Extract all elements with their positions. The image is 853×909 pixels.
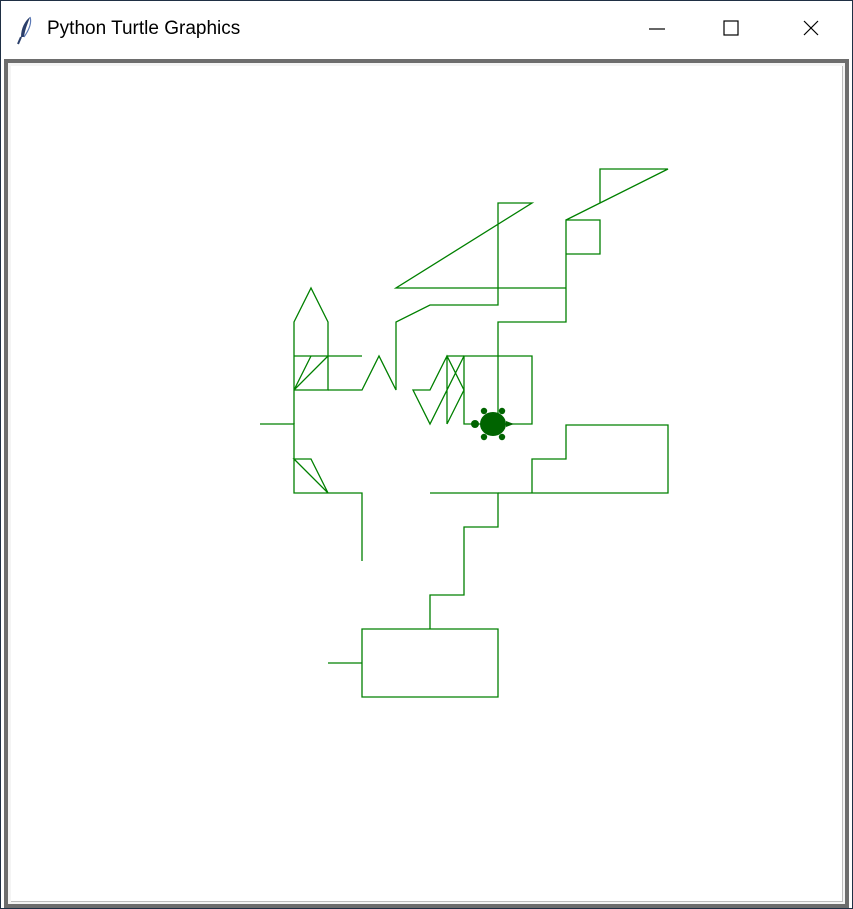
feather-icon [15,15,37,45]
drawing-surface [260,168,669,698]
path-right-steps [498,424,669,494]
path-left-zigzag [260,423,363,561]
path-bottom-left [328,628,499,698]
path-center-down [429,492,499,629]
path-left-cross [293,355,329,391]
window-title: Python Turtle Graphics [47,18,241,39]
path-top-right [565,168,669,221]
close-button[interactable] [771,1,851,59]
window-client-area [4,59,849,908]
minimize-icon [647,18,667,43]
close-icon [801,18,821,43]
turtle-window: Python Turtle Graphics [0,0,853,909]
turtle-cursor [471,407,514,441]
maximize-icon [721,18,741,43]
turtle-canvas[interactable] [11,66,843,902]
turtle-path [260,168,669,698]
maximize-button[interactable] [691,1,771,59]
path-center-zig [411,354,465,426]
minimize-button[interactable] [617,1,697,59]
title-bar[interactable]: Python Turtle Graphics [1,1,852,59]
